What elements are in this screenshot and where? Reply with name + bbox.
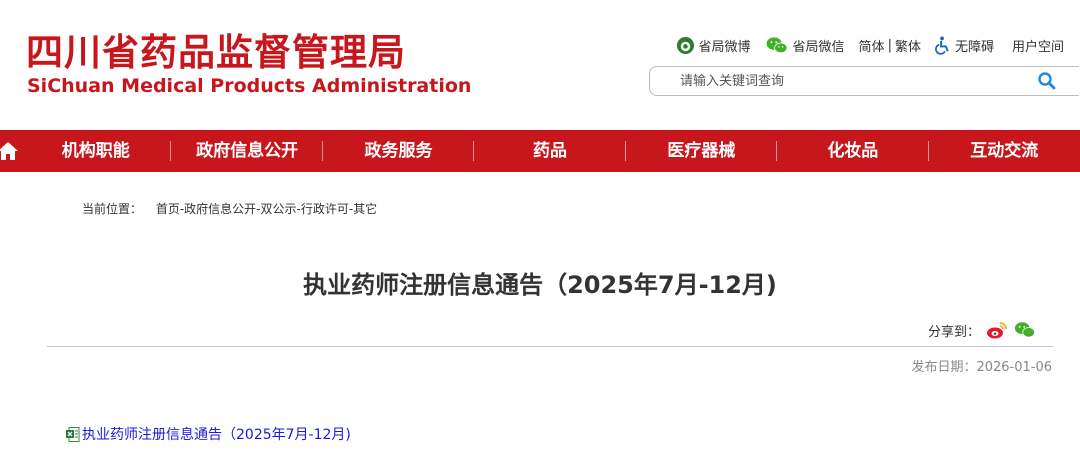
- accessibility-link[interactable]: 无障碍: [935, 36, 994, 55]
- home-button[interactable]: [0, 130, 20, 172]
- simplified-chinese-link[interactable]: 简体: [859, 36, 885, 55]
- title-divider: [47, 346, 1053, 347]
- share-bar: 分享到：: [928, 320, 1036, 340]
- share-label: 分享到：: [927, 324, 980, 340]
- site-logo-english[interactable]: SiChuan Medical Products Administration: [27, 77, 471, 96]
- nav-item-devices[interactable]: 医疗器械: [626, 130, 778, 172]
- nav-item-gov-info[interactable]: 政府信息公开: [171, 130, 324, 172]
- search-input[interactable]: [678, 72, 1037, 90]
- top-links: 省局微博 省局微信 简体 | 繁体 无障碍 用户空间: [662, 36, 1064, 55]
- nav-item-institution[interactable]: 机构职能: [20, 130, 172, 172]
- wechat-icon: [766, 37, 787, 54]
- nav-item-services[interactable]: 政务服务: [323, 130, 475, 172]
- wheelchair-icon: [935, 36, 949, 55]
- excel-file-icon: [66, 426, 80, 442]
- search-box: [649, 66, 1079, 96]
- nav-item-cosmetics[interactable]: 化妆品: [777, 130, 929, 172]
- publish-date: 发布日期：2026-01-06: [911, 360, 1052, 375]
- weibo-icon: [676, 36, 694, 55]
- attachment-label: 执业药师注册信息通告（2025年7月-12月): [82, 427, 351, 443]
- home-icon: [0, 142, 18, 160]
- breadcrumb: 当前位置： 首页-政府信息公开-双公示-行政许可-其它: [82, 200, 377, 217]
- user-space-link[interactable]: 用户空间: [1012, 36, 1064, 55]
- breadcrumb-path[interactable]: 首页-政府信息公开-双公示-行政许可-其它: [156, 202, 377, 216]
- weibo-share-icon[interactable]: [986, 320, 1008, 340]
- attachment-link[interactable]: 执业药师注册信息通告（2025年7月-12月): [66, 424, 351, 444]
- main-navigation: 机构职能 政府信息公开 政务服务 药品 医疗器械 化妆品 互动交流: [0, 130, 1080, 172]
- weibo-label: 省局微博: [698, 40, 751, 55]
- search-icon[interactable]: [1037, 71, 1057, 91]
- wechat-link[interactable]: 省局微信: [765, 36, 845, 55]
- accessibility-label: 无障碍: [954, 40, 994, 55]
- site-logo-chinese[interactable]: 四川省药品监督管理局: [26, 34, 406, 71]
- wechat-label: 省局微信: [792, 40, 845, 55]
- language-switch: 简体 | 繁体: [859, 36, 921, 55]
- article-title: 执业药师注册信息通告（2025年7月-12月): [303, 271, 777, 299]
- breadcrumb-label: 当前位置：: [82, 202, 143, 216]
- nav-item-drugs[interactable]: 药品: [474, 130, 627, 172]
- nav-item-interaction[interactable]: 互动交流: [929, 130, 1080, 172]
- weibo-link[interactable]: 省局微博: [676, 36, 751, 55]
- traditional-chinese-link[interactable]: 繁体: [895, 36, 921, 55]
- language-separator: |: [887, 38, 892, 53]
- wechat-share-icon[interactable]: [1014, 320, 1036, 340]
